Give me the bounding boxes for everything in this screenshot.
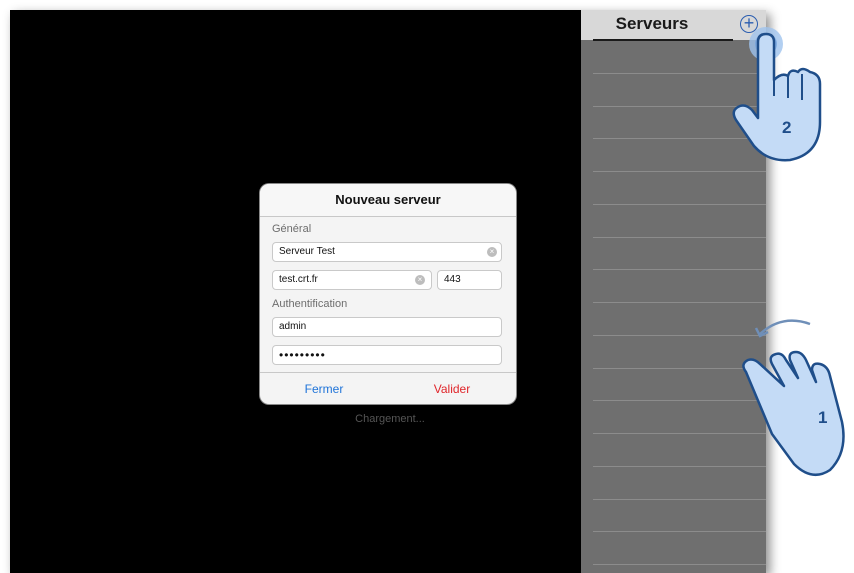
- password-field[interactable]: •••••••••: [272, 345, 502, 365]
- ipad-screen: Serveurs + Nouveau serveur Général Serve…: [10, 10, 766, 573]
- server-name-field[interactable]: Serveur Test ×: [272, 242, 502, 262]
- swipe-hand-icon: [742, 319, 845, 477]
- list-separator: [593, 499, 766, 500]
- tap-hand-icon: [732, 27, 822, 162]
- dialog-footer: Fermer Valider: [260, 372, 516, 404]
- loading-text: Chargement...: [355, 413, 425, 425]
- auth-section-label: Authentification: [272, 298, 348, 310]
- clear-icon[interactable]: ×: [487, 247, 497, 257]
- sidebar-title: Serveurs: [615, 14, 689, 33]
- port-field[interactable]: 443: [437, 270, 502, 290]
- clear-icon[interactable]: ×: [415, 275, 425, 285]
- password-value: •••••••••: [279, 348, 326, 362]
- list-separator: [593, 204, 766, 205]
- validate-button[interactable]: Valider: [388, 373, 516, 404]
- step-2-label: 2: [782, 118, 792, 137]
- list-separator: [593, 269, 766, 270]
- general-section-label: Général: [272, 223, 312, 235]
- list-separator: [593, 531, 766, 532]
- list-separator: [593, 564, 766, 565]
- close-button[interactable]: Fermer: [260, 373, 388, 404]
- host-field[interactable]: test.crt.fr ×: [272, 270, 432, 290]
- host-value: test.crt.fr: [279, 274, 318, 285]
- sidebar-title-underline: [593, 39, 733, 41]
- new-server-dialog: Nouveau serveur Général Serveur Test × t…: [260, 184, 516, 404]
- server-name-value: Serveur Test: [279, 246, 335, 257]
- username-field[interactable]: admin: [272, 317, 502, 337]
- list-separator: [593, 302, 766, 303]
- step-1-label: 1: [818, 408, 828, 427]
- dialog-title: Nouveau serveur: [260, 184, 516, 217]
- list-separator: [593, 237, 766, 238]
- port-value: 443: [444, 274, 461, 285]
- username-value: admin: [279, 321, 307, 332]
